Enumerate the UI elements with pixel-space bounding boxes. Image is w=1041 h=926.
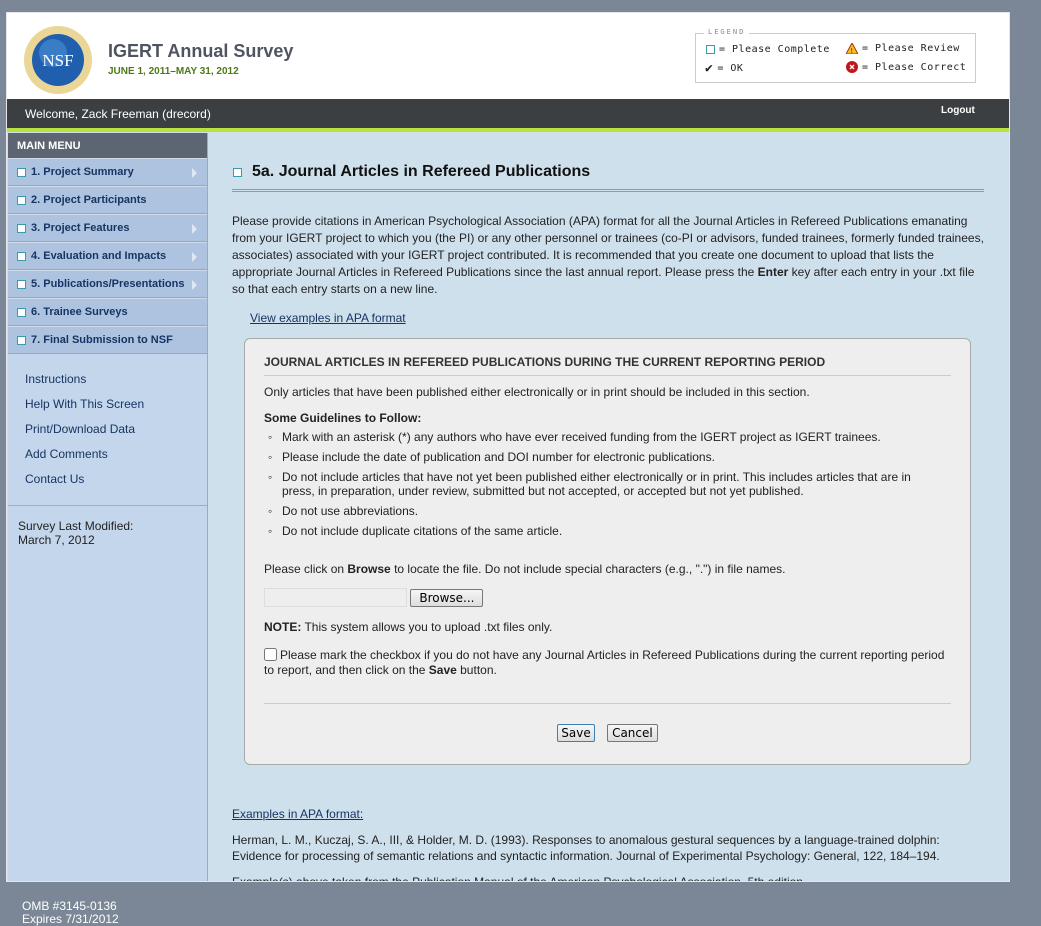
logout-link[interactable]: Logout xyxy=(941,105,975,116)
page-container: NSF IGERT Annual Survey JUNE 1, 2011–MAY… xyxy=(6,12,1010,882)
legend-label: = Please Correct xyxy=(862,61,967,73)
chevron-right-icon xyxy=(192,252,197,262)
panel-text: Only articles that have been published e… xyxy=(264,385,810,399)
guideline-item: Do not include articles that have not ye… xyxy=(264,470,951,498)
guidelines-heading: Some Guidelines to Follow: xyxy=(264,411,422,425)
sidebar-item-6[interactable]: 6. Trainee Surveys xyxy=(8,298,207,326)
cancel-button[interactable]: Cancel xyxy=(607,724,658,742)
intro-text: Please provide citations in American Psy… xyxy=(232,214,984,296)
browse-button[interactable]: Browse... xyxy=(410,588,484,607)
sidebar-link[interactable]: Help With This Screen xyxy=(25,397,207,411)
note-text: NOTE: This system allows you to upload .… xyxy=(264,620,553,634)
chevron-right-icon xyxy=(192,224,197,234)
legend-title: LEGEND xyxy=(704,28,750,36)
chevron-right-icon xyxy=(192,168,197,178)
accent-divider xyxy=(7,128,1009,132)
footer: OMB #3145-0136 Expires 7/31/2012 xyxy=(22,900,119,926)
status-square-icon xyxy=(17,195,26,205)
sidebar-link[interactable]: Contact Us xyxy=(25,472,207,486)
chevron-right-icon xyxy=(192,280,197,290)
legend: LEGEND = Please Complete ! = Please Revie… xyxy=(695,28,976,83)
reporting-period: JUNE 1, 2011–MAY 31, 2012 xyxy=(108,66,239,77)
checkmark-icon: ✔ xyxy=(705,61,714,76)
guideline-item: Do not include duplicate citations of th… xyxy=(264,524,951,538)
modified-date: March 7, 2012 xyxy=(18,533,95,547)
sidebar-item-7[interactable]: 7. Final Submission to NSF xyxy=(8,326,207,354)
sidebar-item-4[interactable]: 4. Evaluation and Impacts xyxy=(8,242,207,270)
main-menu-heading: MAIN MENU xyxy=(8,133,207,158)
sidebar-item-3[interactable]: 3. Project Features xyxy=(8,214,207,242)
sidebar-item-label: 3. Project Features xyxy=(31,222,130,234)
sidebar-item-label: 7. Final Submission to NSF xyxy=(31,334,173,346)
status-square-icon xyxy=(233,167,242,177)
guideline-item: Please include the date of publication a… xyxy=(264,450,951,464)
nsf-logo: NSF xyxy=(24,26,92,94)
status-square-icon xyxy=(17,279,26,289)
sidebar-item-2[interactable]: 2. Project Participants xyxy=(8,186,207,214)
header: NSF IGERT Annual Survey JUNE 1, 2011–MAY… xyxy=(7,13,1009,99)
main-content: 5a. Journal Articles in Refereed Publica… xyxy=(232,163,984,881)
sidebar-link[interactable]: Print/Download Data xyxy=(25,422,207,436)
sidebar-link[interactable]: Instructions xyxy=(25,372,207,386)
view-examples-link[interactable]: View examples in APA format xyxy=(250,311,406,325)
save-button[interactable]: Save xyxy=(557,724,595,742)
status-square-icon xyxy=(17,335,26,345)
guidelines-list: Mark with an asterisk (*) any authors wh… xyxy=(264,430,951,538)
svg-text:!: ! xyxy=(850,47,855,54)
warning-triangle-icon: ! xyxy=(846,43,858,54)
page-title: 5a. Journal Articles in Refereed Publica… xyxy=(232,163,984,192)
status-square-icon xyxy=(17,251,26,261)
sidebar-item-5[interactable]: 5. Publications/Presentations xyxy=(8,270,207,298)
welcome-text: Welcome, Zack Freeman (drecord) xyxy=(25,107,211,121)
sidebar-item-1[interactable]: 1. Project Summary xyxy=(8,158,207,186)
panel-heading: JOURNAL ARTICLES IN REFEREED PUBLICATION… xyxy=(264,355,951,376)
sidebar-item-label: 2. Project Participants xyxy=(31,194,147,206)
upload-panel: JOURNAL ARTICLES IN REFEREED PUBLICATION… xyxy=(244,338,971,765)
guideline-item: Mark with an asterisk (*) any authors wh… xyxy=(264,430,951,444)
legend-label: = OK xyxy=(717,63,744,74)
guideline-item: Do not use abbreviations. xyxy=(264,504,951,518)
legend-label: = Please Review xyxy=(862,43,960,54)
sidebar-item-label: 6. Trainee Surveys xyxy=(31,306,128,318)
browse-instructions: Please click on Browse to locate the fil… xyxy=(264,562,786,576)
status-square-icon xyxy=(17,167,26,177)
legend-label: = Please Complete xyxy=(719,44,830,55)
status-square-icon xyxy=(17,307,26,317)
no-articles-option: Please mark the checkbox if you do not h… xyxy=(264,648,945,677)
no-articles-checkbox[interactable] xyxy=(264,648,277,661)
top-bar: Welcome, Zack Freeman (drecord) Logout xyxy=(7,99,1009,128)
empty-square-icon xyxy=(706,45,715,54)
file-path-input[interactable] xyxy=(264,588,407,607)
sidebar-item-label: 5. Publications/Presentations xyxy=(31,278,185,290)
svg-text:NSF: NSF xyxy=(42,51,73,70)
page-title-text: 5a. Journal Articles in Refereed Publica… xyxy=(252,163,591,180)
red-x-circle-icon xyxy=(846,61,858,73)
sidebar-item-label: 1. Project Summary xyxy=(31,166,134,178)
status-square-icon xyxy=(17,223,26,233)
example-citation: Herman, L. M., Kuczaj, S. A., III, & Hol… xyxy=(232,833,940,863)
example-source: Example(s) above taken from the Publicat… xyxy=(232,875,803,882)
sidebar: MAIN MENU 1. Project Summary 2. Project P… xyxy=(8,133,208,881)
survey-last-modified: Survey Last Modified: March 7, 2012 xyxy=(8,505,207,560)
sidebar-link[interactable]: Add Comments xyxy=(25,447,207,461)
expiry-date: Expires 7/31/2012 xyxy=(22,912,119,926)
examples-heading-link[interactable]: Examples in APA format: xyxy=(232,807,363,821)
sidebar-item-label: 4. Evaluation and Impacts xyxy=(31,250,167,262)
app-title: IGERT Annual Survey xyxy=(108,41,294,61)
modified-label: Survey Last Modified: xyxy=(18,519,134,533)
